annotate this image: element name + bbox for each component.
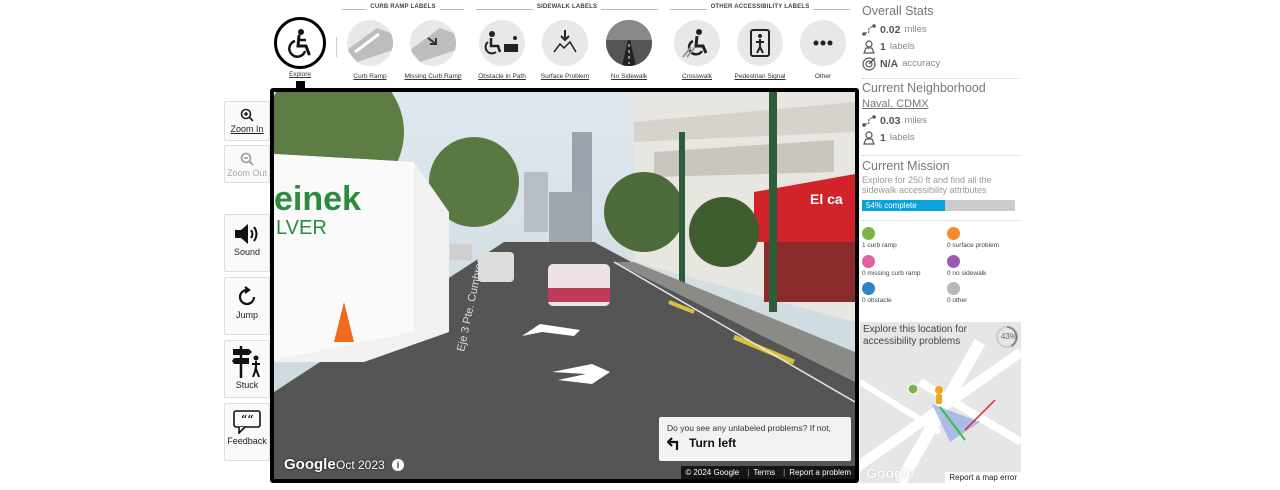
other-labels-heading: OTHER ACCESSIBILITY LABELS — [670, 4, 850, 14]
surface-problem-count: 0 surface problem — [947, 227, 999, 249]
svg-text:““: ““ — [241, 413, 254, 426]
obstacle-count: 0 obstacle — [862, 282, 892, 304]
other-count: 0 other — [947, 282, 967, 304]
curb-ramp-dot — [862, 227, 875, 240]
google-logo: Google — [284, 456, 336, 473]
hint-question: Do you see any unlabeled problems? If no… — [667, 423, 831, 433]
toolbar-separator — [336, 37, 337, 57]
zoom-out-icon — [240, 152, 254, 166]
truck-lettering-2: LVER — [276, 217, 327, 239]
wheelchair-icon — [274, 17, 326, 69]
no-sidewalk-count: 0 no sidewalk — [947, 255, 986, 277]
curb-ramp-count: 1 curb ramp — [862, 227, 897, 249]
map-pin-icon — [863, 39, 875, 54]
google-logo: Google — [866, 465, 915, 481]
surface-problem-icon — [542, 20, 588, 66]
sound-button[interactable]: Sound — [224, 214, 270, 272]
feedback-button[interactable]: ““ Feedback — [224, 403, 270, 461]
divider — [862, 155, 1020, 156]
sidewalk-labels-heading: SIDEWALK LABELS — [476, 4, 658, 14]
mission-description: Explore for 250 ft and find all the side… — [862, 175, 992, 195]
zoom-in-icon — [240, 108, 254, 122]
stuck-button[interactable]: Stuck — [224, 340, 270, 398]
signpost-icon — [232, 346, 260, 378]
obstacle-icon — [479, 20, 525, 66]
more-icon — [800, 20, 846, 66]
store-sign-text: El ca — [810, 191, 843, 207]
neighborhood-miles-stat: 0.03 miles — [862, 112, 1020, 129]
mission-panel: Current Mission Explore for 250 ft and f… — [862, 159, 1020, 211]
curb-ramp-labels-heading: CURB RAMP LABELS — [342, 4, 464, 14]
turn-hint-box: Do you see any unlabeled problems? If no… — [659, 417, 851, 461]
other-dot — [947, 282, 960, 295]
missing-curb-ramp-icon — [410, 20, 456, 66]
jump-button[interactable]: Jump — [224, 277, 270, 335]
turn-left-icon — [667, 437, 679, 450]
tool-surface-problem[interactable]: Surface Problem — [534, 20, 596, 80]
tool-obstacle[interactable]: Obstacle in Path — [471, 20, 533, 80]
tool-crosswalk[interactable]: Crosswalk — [666, 20, 728, 80]
capture-date: Oct 2023 — [336, 458, 385, 472]
tool-missing-curb-ramp[interactable]: Missing Curb Ramp — [402, 20, 464, 80]
speech-bubble-icon: ““ — [233, 410, 261, 434]
report-map-error-link[interactable]: Report a map error — [945, 472, 1021, 483]
neighborhood-title: Current Neighborhood — [862, 81, 986, 95]
zoom-out-button[interactable]: Zoom Out — [224, 145, 270, 183]
tool-other[interactable]: Other — [792, 20, 854, 80]
neighborhood-name[interactable]: Naval, CDMX — [862, 98, 1020, 110]
mission-progress-text: 54% complete — [866, 200, 917, 210]
divider — [862, 78, 1020, 79]
tool-curb-ramp[interactable]: Curb Ramp — [339, 20, 401, 80]
tool-explore[interactable]: Explore — [269, 17, 331, 78]
speaker-icon — [235, 224, 258, 244]
route-icon — [862, 23, 876, 36]
tool-pedestrian-signal[interactable]: Pedestrian Signal — [729, 20, 791, 80]
report-problem-link[interactable]: Report a problem — [783, 468, 851, 477]
route-icon — [862, 114, 876, 127]
truck-lettering: einek — [274, 180, 361, 218]
overall-accuracy-stat: N/A accuracy — [862, 55, 1020, 72]
overall-labels-stat: 1 labels — [862, 38, 1020, 55]
divider — [862, 220, 1020, 221]
missing-curb-ramp-dot — [862, 255, 875, 268]
tool-no-sidewalk[interactable]: No Sidewalk — [598, 20, 660, 80]
zoom-in-button[interactable]: Zoom In — [224, 101, 270, 141]
street-view-panorama[interactable]: El ca einek LVER Eje 3 Pte. Cumbres Goog… — [270, 88, 859, 483]
crosswalk-icon — [674, 20, 720, 66]
minimap-instructions: Explore this location for accessibility … — [863, 324, 967, 347]
info-icon[interactable]: i — [392, 459, 404, 471]
missing-curb-ramp-count: 0 missing curb ramp — [862, 255, 921, 277]
minimap[interactable]: Explore this location for accessibility … — [860, 322, 1021, 483]
refresh-icon — [238, 286, 256, 306]
pedestrian-signal-icon — [737, 20, 783, 66]
hint-action: Turn left — [667, 436, 843, 450]
copyright-text: © 2024 Google — [685, 468, 740, 477]
no-sidewalk-icon — [606, 20, 652, 66]
overall-stats-title: Overall Stats — [862, 4, 934, 18]
map-pin-icon — [863, 130, 875, 145]
curb-ramp-icon — [347, 20, 393, 66]
neighborhood-labels-stat: 1 labels — [862, 129, 1020, 146]
mission-progress-bar: 54% complete — [862, 199, 1015, 211]
target-icon — [862, 56, 876, 71]
minimap-percent: 43% — [1000, 332, 1017, 341]
obstacle-dot — [862, 282, 875, 295]
overall-stats: Overall Stats 0.02 miles 1 labels N/A accur… — [862, 4, 1020, 72]
surface-problem-dot — [947, 227, 960, 240]
terms-link[interactable]: Terms — [747, 468, 775, 477]
no-sidewalk-dot — [947, 255, 960, 268]
overall-miles-stat: 0.02 miles — [862, 21, 1020, 38]
neighborhood-stats: Current Neighborhood Naval, CDMX 0.03 mil… — [862, 81, 1020, 146]
map-attribution: © 2024 Google Terms Report a problem — [681, 466, 855, 479]
mission-title: Current Mission — [862, 159, 950, 173]
